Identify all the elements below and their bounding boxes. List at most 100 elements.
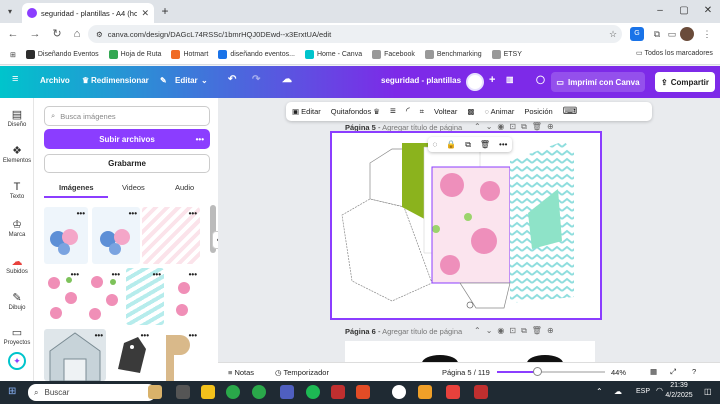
page-indicator[interactable]: Página 5 / 119 [442,368,490,377]
upload-thumbnail[interactable]: ••• [168,268,200,325]
lock-icon[interactable]: 🔒 [446,140,456,149]
upload-files-button[interactable]: Subir archivos ••• [44,129,210,149]
site-info-icon[interactable]: ⚙ [96,30,103,39]
upload-thumbnail[interactable]: ••• [44,268,82,325]
page-6-header[interactable]: Página 6 - Agregar título de página [345,327,462,336]
crop-icon[interactable]: ⌗ [420,107,424,117]
apps-grid-icon[interactable]: ⊞ [10,51,16,59]
bookmark-item[interactable]: Facebook [372,50,415,59]
menu-editar[interactable]: Editar [175,76,198,85]
fullscreen-icon[interactable]: ⤢ [670,367,676,377]
tab-videos[interactable]: Videos [122,183,145,192]
zoom-slider-handle[interactable] [533,367,542,376]
more-options-icon[interactable]: ••• [129,209,137,218]
bookmark-item[interactable]: Home - Canva [304,50,362,59]
duplicate-icon[interactable]: ⧉ [465,140,471,150]
comment-icon[interactable]: ◌ [432,140,437,149]
design-page-5[interactable] [330,131,602,320]
rail-dibujo[interactable]: ✎ Dibujo [0,291,34,311]
chrome-menu-icon[interactable]: ⋮ [700,27,714,41]
menu-redimensionar[interactable]: Redimensionar [91,76,149,85]
bookmark-item[interactable]: Diseñando Eventos [25,50,99,59]
more-options-icon[interactable]: ••• [77,209,85,218]
bookmark-item[interactable]: Hotmart [171,50,208,59]
more-options-icon[interactable]: ••• [112,270,120,279]
windows-start-icon[interactable]: ⊞ [8,386,16,397]
extension-icon[interactable]: G [630,27,644,41]
chrome-icon[interactable] [252,385,266,399]
taskbar-app-icon[interactable] [176,385,190,399]
redo-icon[interactable]: ↷ [252,74,260,85]
zoom-level[interactable]: 44% [611,368,626,377]
rail-diseno[interactable]: ▤ Diseño [0,108,34,128]
delete-icon[interactable]: 🗑 [480,140,490,149]
extensions-puzzle-icon[interactable]: ⧉ [650,27,664,41]
grid-view-icon[interactable]: ▦ [650,367,657,376]
position-button[interactable]: Posición [524,107,552,116]
window-close-button[interactable]: ✕ [698,4,718,18]
taskbar-app-icon[interactable] [356,385,370,399]
upload-thumbnail[interactable]: ••• [110,329,152,381]
bookmark-star-icon[interactable]: ☆ [606,27,620,41]
notes-button[interactable]: ≡ Notas [228,368,254,377]
more-options-icon[interactable]: ••• [499,140,507,149]
more-options-icon[interactable]: ••• [153,270,161,279]
language-indicator[interactable]: ESP [636,388,650,395]
profile-avatar[interactable] [680,27,694,41]
image-search-input[interactable]: ⌕ Busca imágenes [44,106,210,126]
upload-thumbnail[interactable]: ••• [156,329,200,381]
file-explorer-icon[interactable] [201,385,215,399]
home-icon[interactable]: ⌂ [70,27,84,41]
forward-icon[interactable]: → [28,27,42,41]
undo-icon[interactable]: ↶ [228,74,236,85]
spotify-icon[interactable] [306,385,320,399]
timer-button[interactable]: ◷ Temporizador [275,368,329,377]
copy-style-icon[interactable]: ⌨ [563,106,577,117]
magic-studio-icon[interactable]: ✦ [8,352,26,370]
analytics-icon[interactable]: ▥ [506,75,514,84]
taskbar-app-icon[interactable] [418,385,432,399]
comment-icon[interactable]: ◯ [536,75,545,84]
animate-button[interactable]: ◌ Animar [484,107,514,116]
help-icon[interactable]: ? [692,367,696,376]
taskbar-app-icon[interactable] [280,385,294,399]
rail-marca[interactable]: ♔ Marca [0,218,34,238]
more-options-icon[interactable]: ••• [189,331,197,340]
hamburger-menu-icon[interactable]: ≡ [12,73,18,85]
taskbar-search[interactable]: ⌕ Buscar [28,384,156,401]
share-button[interactable]: ⇪ Compartir [655,72,715,92]
remove-background-button[interactable]: Quitafondos ♛ [331,107,380,116]
upload-thumbnail[interactable]: ••• [44,329,106,381]
bookmark-item[interactable]: Benchmarking [424,50,482,59]
transparency-icon[interactable]: ▩ [467,107,474,116]
side-panel-icon[interactable]: ▭ [665,27,679,41]
close-tab-icon[interactable]: ✕ [141,8,149,19]
more-options-icon[interactable]: ••• [189,270,197,279]
print-with-canva-button[interactable]: ▭ Imprimí con Canva [551,72,645,92]
more-options-icon[interactable]: ••• [141,331,149,340]
more-options-icon[interactable]: ••• [95,331,103,340]
upload-thumbnail[interactable]: ••• [44,207,88,264]
document-title[interactable]: seguridad - plantillas [381,76,461,85]
page-actions-icons[interactable]: ⌃⌄◉⊡⧉🗑⊕ [474,326,559,336]
media-player-icon[interactable] [392,385,406,399]
back-icon[interactable]: ← [6,27,20,41]
taskbar-app-icon[interactable] [331,385,345,399]
reload-icon[interactable]: ↻ [50,27,64,41]
chrome-icon[interactable] [226,385,240,399]
tab-search-icon[interactable]: ▾ [3,5,17,19]
all-bookmarks-link[interactable]: ▭ Todos los marcadores [636,49,713,57]
maximize-button[interactable]: ▢ [674,4,694,18]
rail-texto[interactable]: T Texto [0,181,34,200]
bookmark-item[interactable]: ETSY [491,50,522,59]
minimize-button[interactable]: – [650,4,670,18]
upload-thumbnail[interactable]: ••• [142,207,200,264]
corner-rounding-icon[interactable]: ◜ [406,106,410,117]
tray-chevron-icon[interactable]: ⌃ [596,387,603,396]
more-options-icon[interactable]: ••• [71,270,79,279]
upload-thumbnail[interactable]: ••• [126,268,164,325]
tab-imagenes[interactable]: Imágenes [59,183,94,192]
taskbar-date[interactable]: 4/2/2025 [658,392,700,399]
new-tab-button[interactable]: + [158,4,172,18]
more-options-icon[interactable]: ••• [189,209,197,218]
